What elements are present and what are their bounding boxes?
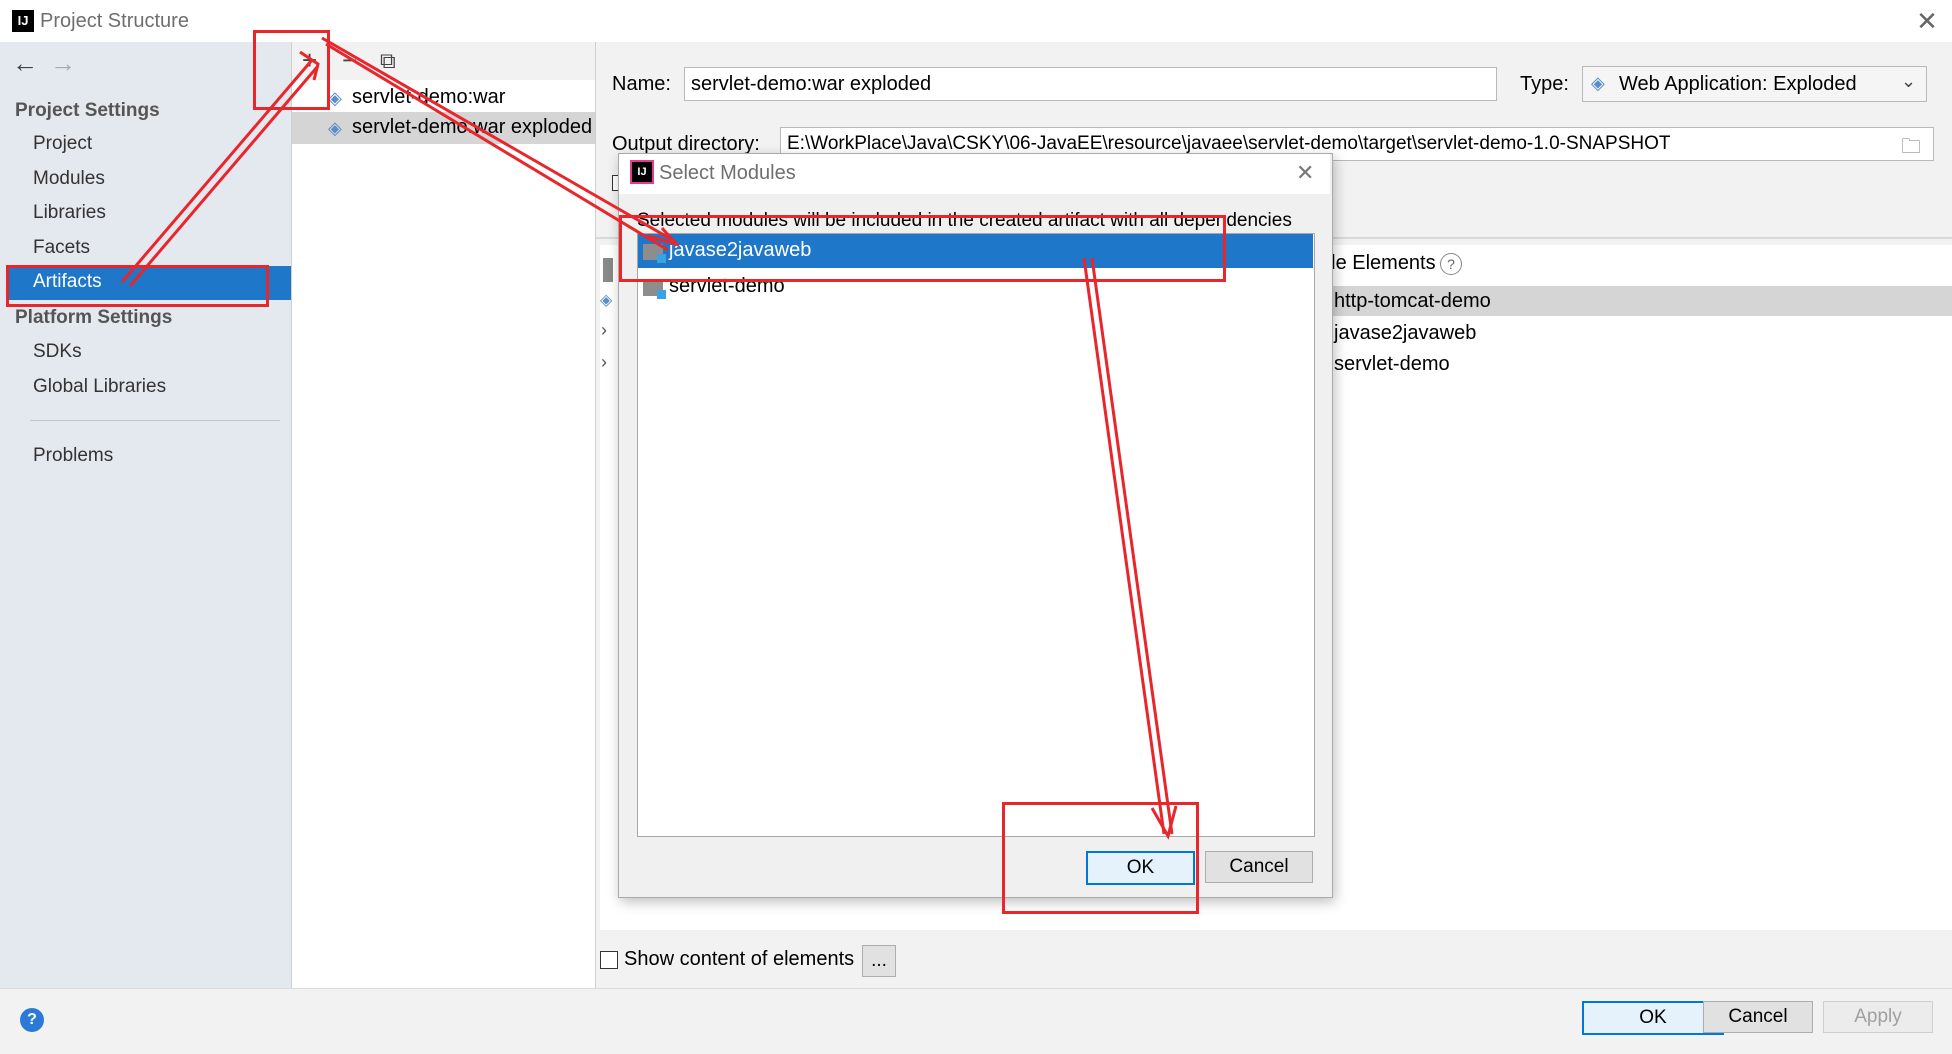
arrow-add-to-module [321, 36, 677, 252]
arrow-artifacts-to-add [120, 59, 320, 287]
annotation-arrows [120, 36, 1178, 840]
arrow-module-to-ok [1082, 257, 1174, 835]
